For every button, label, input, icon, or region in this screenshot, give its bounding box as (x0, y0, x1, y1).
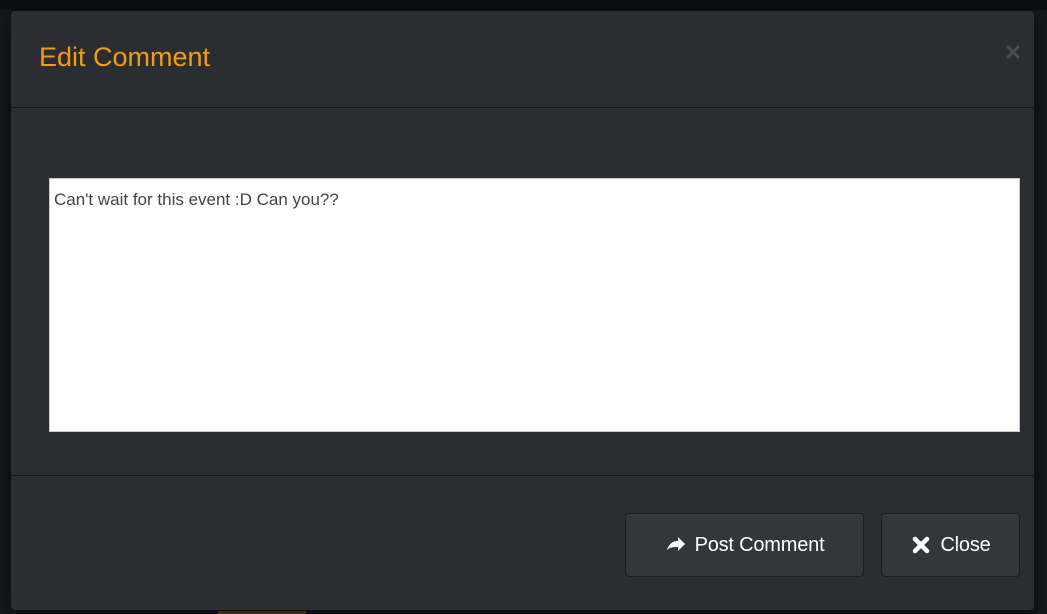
close-button[interactable]: Close (881, 513, 1020, 577)
arrow-right-icon (665, 534, 687, 556)
comment-textarea[interactable]: Can't wait for this event :D Can you?? (49, 178, 1020, 432)
post-comment-label: Post Comment (694, 533, 825, 556)
close-x-glyph (1006, 45, 1020, 59)
modal-header: Edit Comment (11, 11, 1034, 108)
modal-footer: Post Comment Close (11, 477, 1034, 611)
close-label: Close (940, 533, 991, 556)
modal-body: Can't wait for this event :D Can you?? (11, 108, 1034, 476)
modal-title: Edit Comment (39, 42, 211, 72)
backdrop-top-strip (0, 0, 1047, 10)
close-icon[interactable] (1002, 41, 1024, 63)
edit-comment-modal: Edit Comment Can't wait for this event :… (10, 10, 1035, 611)
post-comment-button[interactable]: Post Comment (625, 513, 864, 577)
x-icon (910, 534, 932, 556)
